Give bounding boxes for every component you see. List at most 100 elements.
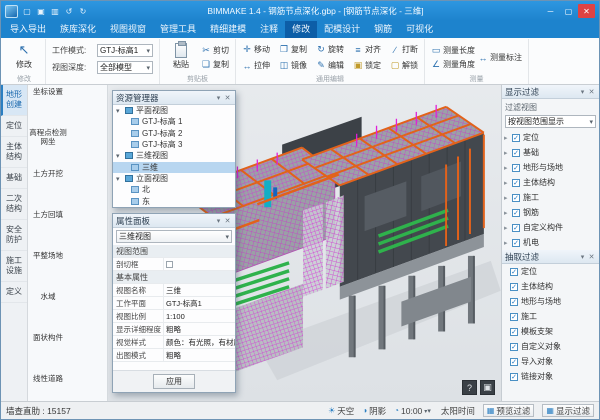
checkbox-checked[interactable] — [512, 179, 520, 187]
category-item[interactable]: 定义 — [1, 282, 27, 303]
copy-button[interactable]: 复制 — [279, 42, 307, 58]
category-item[interactable]: 施工设施 — [1, 251, 27, 282]
pin-icon[interactable] — [214, 217, 223, 225]
close-icon[interactable] — [223, 94, 232, 102]
extract-filter-item[interactable]: 地形与场地 — [502, 294, 599, 309]
category-item[interactable]: 基础 — [1, 168, 27, 189]
surface-component-button[interactable]: 面状构件 — [28, 334, 68, 375]
property-row[interactable]: 工作平面 GTJ-标高1 — [113, 297, 235, 310]
ribbon-tab[interactable]: 修改 — [285, 21, 317, 38]
expand-icon[interactable] — [504, 164, 512, 172]
expand-icon[interactable] — [504, 224, 512, 232]
lock-button[interactable]: 锁定 — [353, 58, 381, 74]
align-button[interactable]: 对齐 — [353, 42, 381, 58]
earth-excavation-button[interactable]: 土方开挖 — [28, 170, 68, 211]
property-row[interactable]: 出图模式 粗略 — [113, 349, 235, 362]
cut-button[interactable]: 剪切 — [201, 45, 229, 56]
property-row[interactable]: 视图范围 — [113, 245, 235, 258]
mirror-button[interactable]: 镜像 — [279, 58, 307, 74]
checkbox-checked[interactable] — [512, 239, 520, 247]
display-filter-item[interactable]: 基础 — [502, 145, 599, 160]
checkbox-checked[interactable] — [510, 283, 518, 291]
checkbox-checked[interactable] — [512, 209, 520, 217]
copy-button[interactable]: 复制 — [201, 59, 229, 70]
apply-button[interactable]: 应用 — [153, 374, 195, 389]
tree-node[interactable]: 三维视图 — [113, 150, 235, 161]
modify-button[interactable]: 修改 — [9, 41, 39, 74]
ribbon-tab[interactable]: 视图视窗 — [103, 21, 153, 38]
tree-node[interactable]: 北 — [113, 184, 235, 195]
pin-icon[interactable] — [578, 88, 587, 96]
coordinate-setting-button[interactable]: 坐标设置 — [28, 88, 68, 129]
preview-filter-button[interactable]: ▦ 预览过滤 ▾ — [483, 404, 535, 417]
category-item[interactable]: 地形创建 — [1, 85, 27, 116]
tree-node[interactable]: GTJ-标高 2 — [113, 128, 235, 139]
expand-icon[interactable] — [504, 194, 512, 202]
tree-node[interactable]: GTJ-标高 3 — [113, 139, 235, 150]
checkbox-checked[interactable] — [510, 343, 518, 351]
break-button[interactable]: 打断 — [390, 42, 418, 58]
ribbon-tab[interactable]: 精细建模 — [203, 21, 253, 38]
section-box-checkbox[interactable] — [166, 261, 173, 268]
elevation-point-button[interactable]: 高程点检测网坐 — [28, 129, 68, 170]
edit-button[interactable]: 编辑 — [316, 58, 344, 74]
close-button[interactable]: ✕ — [578, 4, 595, 18]
category-item[interactable]: 安全防护 — [1, 220, 27, 251]
water-area-button[interactable]: 水域 — [28, 293, 68, 334]
measure-dim-button[interactable]: 测量标注 — [478, 52, 522, 63]
expand-icon[interactable] — [504, 239, 512, 247]
save-icon[interactable] — [49, 5, 61, 17]
viewport-3d[interactable]: 资源管理器 平面视图 GTJ-标高 1 — [108, 85, 501, 401]
stretch-button[interactable]: 拉伸 — [242, 58, 270, 74]
open-file-icon[interactable] — [35, 5, 47, 17]
measure-angle-button[interactable]: 测量角度 — [431, 59, 475, 70]
ribbon-tab[interactable]: 注释 — [253, 21, 285, 38]
extract-filter-item[interactable]: 定位 — [502, 264, 599, 279]
checkbox-checked[interactable] — [510, 298, 518, 306]
new-file-icon[interactable] — [21, 5, 33, 17]
sky-toggle[interactable]: ☀ 天空 ▾ — [328, 405, 354, 417]
pin-icon[interactable] — [214, 94, 223, 102]
earth-backfill-button[interactable]: 土方回填 — [28, 211, 68, 252]
collapse-icon[interactable] — [116, 107, 124, 115]
filter-view-select[interactable]: 按视图范围显示 — [505, 115, 596, 128]
category-item[interactable]: 主体结构 — [1, 137, 27, 168]
display-filter-item[interactable]: 施工 — [502, 190, 599, 205]
category-item[interactable]: 二次结构 — [1, 189, 27, 220]
extract-filter-item[interactable]: 导入对象 — [502, 354, 599, 369]
close-icon[interactable] — [587, 253, 596, 261]
collapse-icon[interactable] — [116, 175, 124, 183]
expand-icon[interactable] — [504, 149, 512, 157]
expand-icon[interactable] — [504, 209, 512, 217]
shadow-toggle[interactable]: ◑ 阴影 ▾ — [362, 405, 386, 417]
property-row[interactable]: 视觉样式 颜色：有光照，有材质 — [113, 336, 235, 349]
ribbon-tab[interactable]: 钢筋 — [367, 21, 399, 38]
ribbon-tab[interactable]: 管理工具 — [153, 21, 203, 38]
extract-filter-item[interactable]: 施工 — [502, 309, 599, 324]
display-filter-toggle[interactable]: ▦ 显示过滤 ▾ — [542, 404, 594, 417]
extract-filter-item[interactable]: 主体结构 — [502, 279, 599, 294]
tree-node[interactable]: GTJ-标高 1 — [113, 116, 235, 127]
display-filter-item[interactable]: 钢筋 — [502, 205, 599, 220]
redo-icon[interactable] — [77, 5, 89, 17]
extract-filter-item[interactable]: 自定义对象 — [502, 339, 599, 354]
property-row[interactable]: 视图名称 三维 — [113, 284, 235, 297]
tree-node[interactable]: 东 — [113, 196, 235, 207]
paste-button[interactable]: 粘贴 — [166, 41, 196, 74]
view-depth-select[interactable]: 全部模型 — [97, 61, 153, 74]
extract-filter-item[interactable]: 模板支架 — [502, 324, 599, 339]
checkbox-checked[interactable] — [510, 313, 518, 321]
close-icon[interactable] — [223, 217, 232, 225]
checkbox-checked[interactable] — [510, 358, 518, 366]
fit-view-button[interactable]: ▣ — [480, 380, 495, 395]
ribbon-tab[interactable]: 配模设计 — [317, 21, 367, 38]
collapse-icon[interactable] — [116, 152, 124, 160]
display-filter-item[interactable]: 自定义构件 — [502, 220, 599, 235]
checkbox-checked[interactable] — [512, 164, 520, 172]
checkbox-checked[interactable] — [510, 268, 518, 276]
minimize-button[interactable]: ─ — [542, 4, 559, 18]
pin-icon[interactable] — [578, 253, 587, 261]
checkbox-checked[interactable] — [512, 149, 520, 157]
property-row[interactable]: 视图比例 1:100 — [113, 310, 235, 323]
category-item[interactable]: 定位 — [1, 116, 27, 137]
